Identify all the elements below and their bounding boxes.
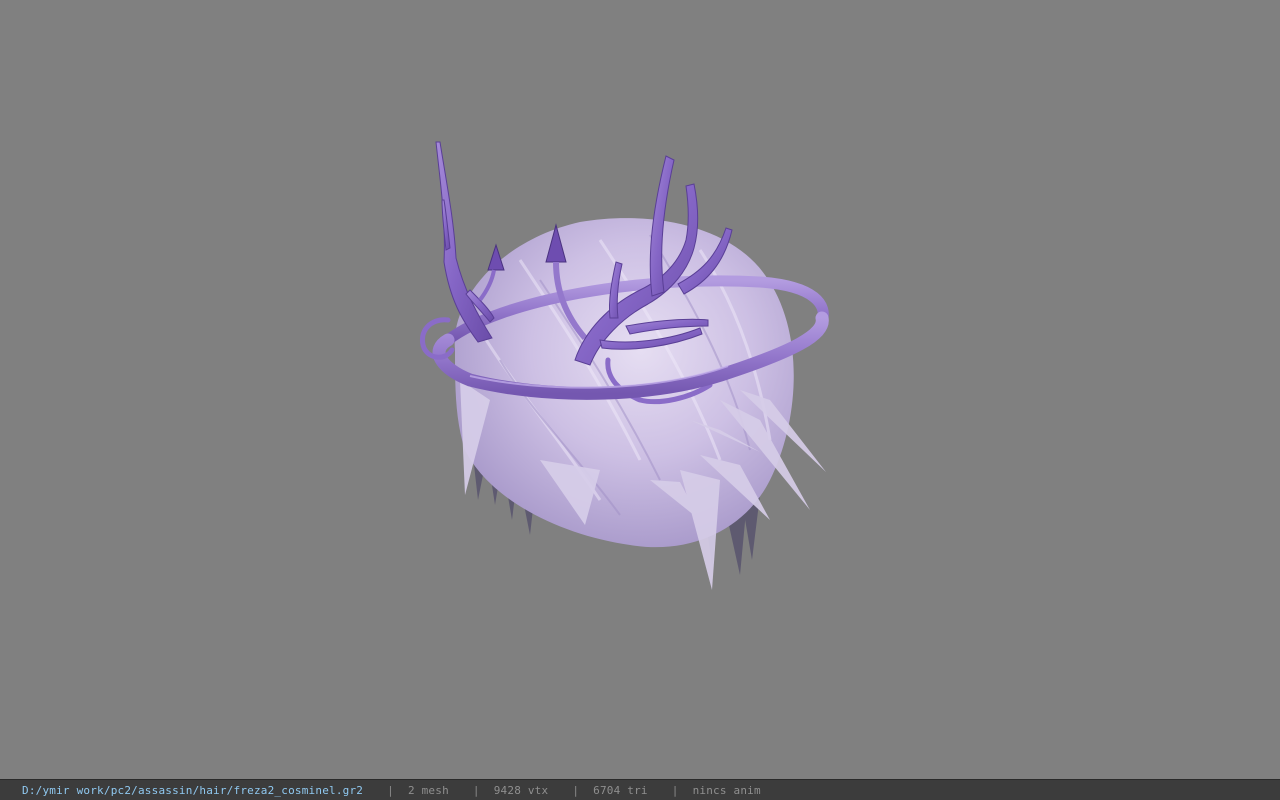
- left-antler: [435, 141, 495, 343]
- 3d-viewport[interactable]: [0, 0, 1280, 779]
- status-separator: |: [572, 783, 580, 797]
- status-bar: D:/ymir work/pc2/assassin/hair/freza2_co…: [0, 779, 1280, 800]
- animation-status: nincs anim: [692, 783, 761, 797]
- hair-model-render: [420, 141, 829, 590]
- mesh-count: 2 mesh: [407, 783, 449, 797]
- status-separator: |: [472, 783, 480, 797]
- vertex-count: 9428 vtx: [493, 783, 549, 797]
- status-separator: |: [387, 783, 394, 797]
- status-separator: |: [671, 783, 679, 797]
- file-path: D:/ymir work/pc2/assassin/hair/freza2_co…: [22, 783, 364, 797]
- triangle-count: 6704 tri: [593, 783, 648, 797]
